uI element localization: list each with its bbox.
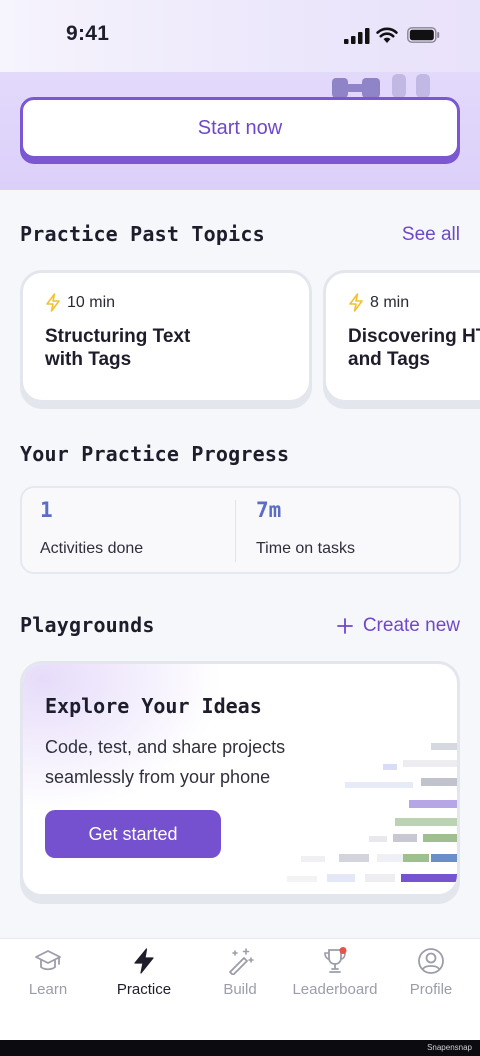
status-bar: 9:41: [0, 0, 480, 72]
trophy-icon: [324, 947, 347, 973]
plus-icon: [336, 618, 353, 634]
tab-build[interactable]: Build: [192, 939, 288, 1019]
watermark-text: Snapensnap: [427, 1043, 472, 1052]
start-now-button[interactable]: Start now: [20, 97, 460, 159]
tab-label: Learn: [28, 981, 68, 998]
topic-title: Structuring Text with Tags: [45, 326, 191, 370]
practice-progress-heading: Your Practice Progress: [20, 442, 290, 466]
bottom-tab-bar: Learn Practice Build Leaderboard Profile: [0, 938, 480, 1040]
tab-label: Practice: [116, 981, 172, 998]
playground-card: Explore Your Ideas Code, test, and share…: [20, 661, 460, 897]
create-new-link[interactable]: Create new: [336, 615, 460, 637]
lightning-icon: [349, 293, 363, 312]
tab-learn[interactable]: Learn: [0, 939, 96, 1019]
lightning-icon: [46, 293, 60, 312]
tab-profile[interactable]: Profile: [383, 939, 479, 1019]
practice-screen: 9:41 Start now Practice Past Topics See …: [0, 0, 480, 1056]
watermark-bar: Snapensnap: [0, 1040, 480, 1056]
graduation-cap-icon: [35, 950, 61, 971]
playground-title: Explore Your Ideas: [45, 694, 262, 718]
topic-card[interactable]: 10 min Structuring Text with Tags: [20, 270, 312, 403]
past-topics-heading: Practice Past Topics: [20, 222, 265, 246]
topic-duration-text: 10 min: [67, 293, 116, 311]
create-new-label: Create new: [362, 615, 460, 636]
progress-stats-card: 1 Activities done 7m Time on tasks: [20, 486, 461, 574]
see-all-link[interactable]: See all: [402, 224, 460, 246]
topic-duration-text: 8 min: [370, 293, 410, 311]
tab-label: Profile: [409, 981, 453, 998]
lightning-icon: [134, 948, 154, 974]
activities-stat: 1 Activities done: [22, 488, 235, 572]
hero-banner: 9:41 Start now: [0, 0, 480, 190]
wifi-icon: [376, 27, 398, 43]
topic-duration: 10 min: [45, 293, 115, 312]
status-time: 9:41: [66, 22, 110, 45]
playground-description: Code, test, and share projects seamlessl…: [45, 737, 286, 787]
cellular-signal-icon: [344, 28, 370, 44]
topic-title: Discovering HTML and Tags: [348, 326, 480, 370]
battery-icon: [407, 27, 440, 43]
time-label: Time on tasks: [256, 540, 355, 557]
topic-card[interactable]: 8 min Discovering HTML and Tags: [323, 270, 480, 403]
activities-label: Activities done: [40, 540, 144, 557]
topic-duration: 8 min: [348, 293, 409, 312]
notification-dot: [339, 947, 347, 954]
tab-label: Build: [223, 981, 257, 998]
tab-label: Leaderboard: [292, 981, 378, 998]
time-stat: 7m Time on tasks: [236, 488, 461, 572]
user-circle-icon: [418, 948, 444, 974]
activities-count: 1: [40, 498, 53, 522]
tab-practice[interactable]: Practice: [96, 939, 192, 1019]
get-started-button[interactable]: Get started: [45, 810, 221, 858]
magic-wand-icon: [229, 948, 254, 975]
tab-leaderboard[interactable]: Leaderboard: [287, 939, 383, 1019]
playgrounds-heading: Playgrounds: [20, 613, 155, 637]
time-value: 7m: [256, 498, 282, 522]
